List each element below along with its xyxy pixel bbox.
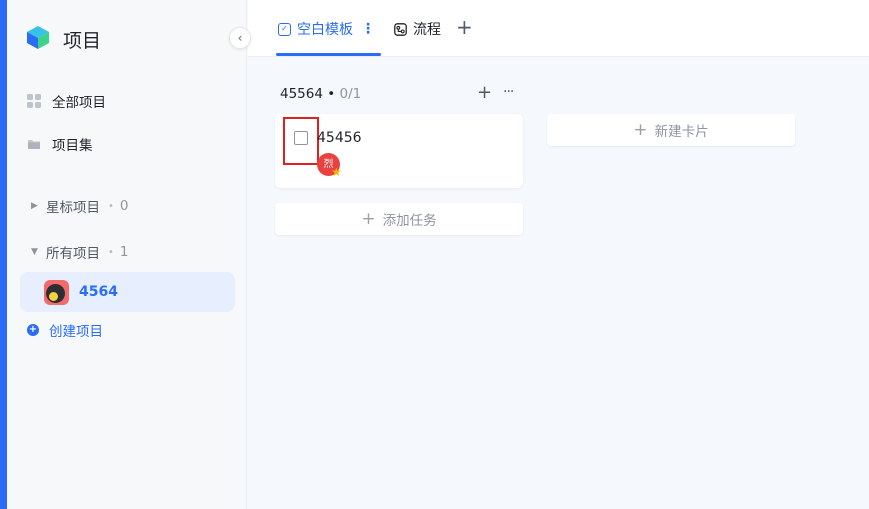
folder-icon [28,140,40,149]
sidebar: 项目 全部项目 项目集 ▶ 星标项目 • 0 ▼ 所有项目 • 1 4564 +… [7,0,247,509]
nav-all-projects[interactable]: 全部项目 [27,89,106,113]
tab-active-indicator [276,53,381,56]
accent-bar [0,0,7,509]
column-add-button[interactable]: + [477,82,492,103]
project-label: 4564 [79,284,118,300]
nav-project-sets-label: 项目集 [52,138,93,154]
separator-dot: • [108,200,114,212]
task-card[interactable]: 45456 烈 ★ [275,114,523,188]
project-avatar [44,279,69,305]
plus-circle-icon: + [27,324,39,336]
section-starred-count: 0 [119,198,129,214]
create-project-label: 创建项目 [49,324,103,340]
section-starred[interactable]: ▶ 星标项目 • 0 [31,196,129,216]
check-square-icon: ✓ [278,22,291,36]
section-all-projects[interactable]: ▼ 所有项目 • 1 [31,242,129,262]
tab-blank-template-label: 空白模板 [297,22,353,38]
tab-more-icon[interactable]: ⋮ [361,21,375,37]
nav-all-projects-label: 全部项目 [52,95,106,111]
column-progress: 0/1 [339,86,362,102]
add-tab-button[interactable]: + [456,15,473,39]
section-all-count: 1 [119,244,129,260]
caret-right-icon: ▶ [31,201,38,211]
tab-blank-template[interactable]: ✓ 空白模板 ⋮ [276,18,381,56]
plus-icon: + [361,209,376,229]
plus-icon: + [633,120,648,140]
collapse-sidebar-button[interactable]: ‹ [229,27,251,49]
app-title: 项目 [63,30,102,52]
flow-icon [394,22,407,36]
new-card-label: 新建卡片 [654,124,709,140]
new-card-button[interactable]: + 新建卡片 [547,114,795,146]
star-icon: ★ [331,165,342,179]
add-task-label: 添加任务 [382,213,437,229]
column-more-icon[interactable]: ··· [503,84,514,100]
create-project-button[interactable]: + 创建项目 [27,320,103,340]
nav-project-sets[interactable]: 项目集 [27,132,93,156]
checkbox-highlight-box [283,117,319,165]
add-task-button[interactable]: + 添加任务 [275,203,523,235]
separator-dot: • [108,246,114,258]
task-title: 45456 [317,130,362,146]
column-header: 45564 • 0/1 [280,86,361,102]
column-name: 45564 [280,86,323,102]
grid-icon [27,94,41,108]
app-logo-icon [27,26,49,49]
tab-flow-label: 流程 [413,22,441,38]
section-starred-label: 星标项目 [46,200,100,216]
caret-down-icon: ▼ [31,247,38,257]
section-all-label: 所有项目 [46,246,100,262]
chevron-left-icon: ‹ [237,31,243,45]
tab-flow[interactable]: 流程 [394,18,441,40]
project-item-4564[interactable]: 4564 [20,272,235,312]
column-separator: • [327,86,340,102]
top-tab-bar: ✓ 空白模板 ⋮ 流程 + [248,0,869,57]
